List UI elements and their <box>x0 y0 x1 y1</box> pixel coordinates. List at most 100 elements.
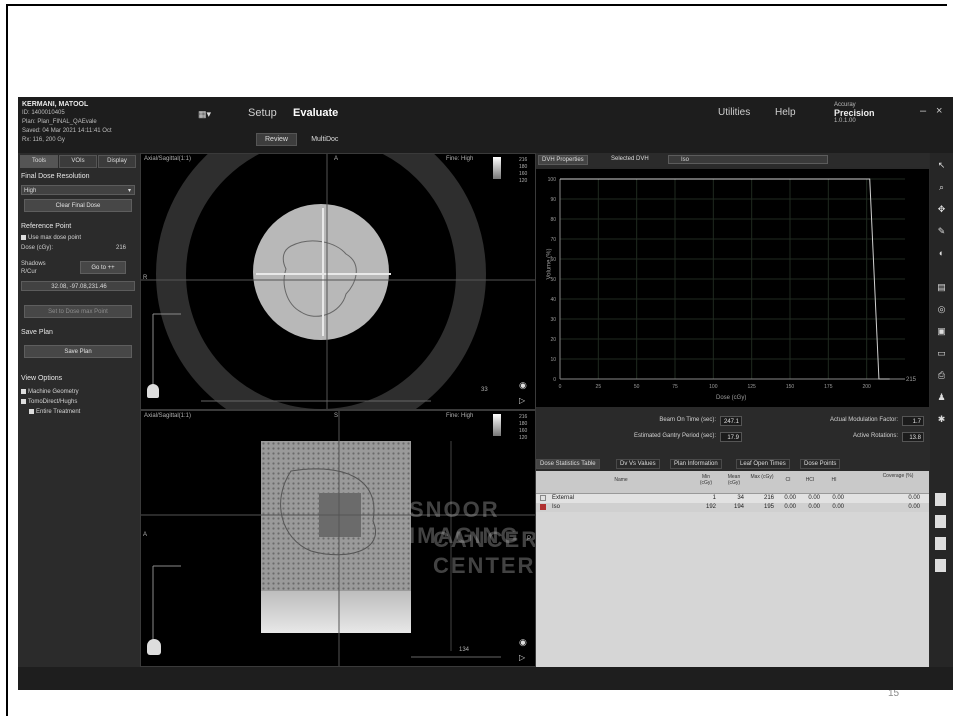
cell-name: External <box>552 495 575 501</box>
x-tick-label: 0 <box>559 384 562 390</box>
cell-max: 195 <box>763 504 774 510</box>
rotations-label: Active Rotations: <box>852 433 898 439</box>
shadows-sub: R/Cur <box>21 269 37 275</box>
tab-display[interactable]: Display <box>98 155 136 168</box>
right-toolbar: ↖ ⌕ ✥ ✎ ◐ ▤ ◎ ▣ ▭ ⎙ ♟ ✱ <box>930 153 953 673</box>
dvh-x-end-label: 215 <box>906 377 917 383</box>
tomodirect-label: TomoDirect/Hughs <box>28 399 78 406</box>
resolution-value: High <box>24 188 37 194</box>
cell-hi: 0.00 <box>832 504 844 510</box>
rotations-value: 13.8 <box>902 432 924 442</box>
tab-vois[interactable]: VOIs <box>59 155 97 168</box>
tomodirect-checkbox[interactable]: TomoDirect/Hughs <box>21 399 77 405</box>
patient-name: KERMANI, MATOOL <box>22 101 89 108</box>
doc-3-icon[interactable] <box>935 559 946 572</box>
tab-selected-dvh[interactable]: Selected DVH <box>608 155 652 163</box>
cell-hi: 0.00 <box>832 495 844 501</box>
dvh-y-label: Volume (%) <box>546 248 553 280</box>
cell-coverage: 0.00 <box>908 504 920 510</box>
cell-hci: 0.00 <box>808 495 820 501</box>
coords-field[interactable]: 32.08, -97.08,231.46 <box>21 281 135 291</box>
cell-mean: 194 <box>733 504 744 510</box>
viewport-bottom[interactable]: Axial/Sagittal(1:1) S A P Fine: High 216… <box>140 410 536 667</box>
y-tick-label: 80 <box>550 217 556 223</box>
save-icon[interactable]: ▣ <box>935 325 948 337</box>
dose-value: 216 <box>116 245 127 251</box>
save-plan-button[interactable]: Save Plan <box>24 345 132 358</box>
set-dose-max-button[interactable]: Set to Dose max Point <box>24 305 132 318</box>
beam-on-time-label: Beam On Time (sec): <box>659 417 716 423</box>
x-tick-label: 75 <box>672 384 678 390</box>
report-icon[interactable]: ▤ <box>935 281 948 293</box>
menu-help[interactable]: Help <box>775 107 796 118</box>
window-level-icon[interactable]: ◐ <box>935 247 948 259</box>
zoom-icon[interactable]: ⌕ <box>935 181 948 193</box>
subtab-review[interactable]: Review <box>256 133 297 146</box>
slider-value: 33 <box>481 387 488 393</box>
entire-treatment-label: Entire Treatment <box>36 409 81 416</box>
tab-evaluate[interactable]: Evaluate <box>293 107 338 119</box>
tab-setup[interactable]: Setup <box>248 107 277 119</box>
play-icon[interactable]: ▷ <box>519 653 525 662</box>
camera-icon[interactable]: ◉ <box>519 380 527 391</box>
application-window: KERMANI, MATOOL ID: 1400010405 Plan: Pla… <box>18 97 953 690</box>
clear-final-dose-button[interactable]: Clear Final Dose <box>24 199 132 212</box>
tab-leaf-open-times[interactable]: Leaf Open Times <box>736 459 790 469</box>
head-orientation-icon <box>147 384 159 398</box>
cell-ci: 0.00 <box>784 495 796 501</box>
camera-icon[interactable]: ◎ <box>935 303 948 315</box>
viewport-top[interactable]: Axial/Sagittal(1:1) A R Fine: High 216 1… <box>140 153 536 410</box>
camera-icon[interactable]: ◉ <box>519 637 527 648</box>
subtab-multidoc[interactable]: MultiDoc <box>303 134 346 145</box>
th-hci: HCI <box>805 477 815 483</box>
x-tick-label: 200 <box>862 384 871 390</box>
cell-min: 1 <box>712 495 716 501</box>
tab-dv-values[interactable]: Dv Vs Values <box>616 459 660 469</box>
table-row[interactable]: External 1 34 216 0.00 0.00 0.00 0.00 <box>536 494 929 503</box>
th-ci: CI <box>785 477 791 483</box>
top-bar: KERMANI, MATOOL ID: 1400010405 Plan: Pla… <box>18 97 953 153</box>
user-icon[interactable]: ♟ <box>935 391 948 403</box>
doc-icon[interactable] <box>935 493 946 506</box>
measure-icon[interactable]: ✎ <box>935 225 948 237</box>
video-icon[interactable]: ▭ <box>935 347 948 359</box>
view-options-heading: View Options <box>21 375 63 382</box>
arrow-icon[interactable]: ↖ <box>935 159 948 171</box>
brand-name: Precision <box>834 108 875 118</box>
final-dose-heading: Final Dose Resolution <box>21 173 90 180</box>
tab-dvh-properties[interactable]: DVH Properties <box>538 155 588 165</box>
play-icon[interactable]: ▷ <box>519 396 525 405</box>
th-mean: Mean (cGy) <box>727 474 741 486</box>
tab-dose-points[interactable]: Dose Points <box>800 459 841 469</box>
plan-stats: Beam On Time (sec): 247.1 Estimated Gant… <box>536 409 929 457</box>
use-max-dose-checkbox[interactable]: Use max dose point <box>21 235 81 241</box>
th-coverage: Coverage (%) <box>882 473 914 479</box>
menu-utilities[interactable]: Utilities <box>718 107 750 118</box>
cell-min: 192 <box>705 504 716 510</box>
brand-version: 1.0.1.00 <box>834 118 856 124</box>
doc-2-icon[interactable] <box>935 537 946 550</box>
table-row[interactable]: Iso 192 194 195 0.00 0.00 0.00 0.00 <box>536 503 929 512</box>
use-max-dose-label: Use max dose point <box>28 235 82 242</box>
axial-image <box>141 154 535 409</box>
entire-treatment-checkbox[interactable]: Entire Treatment <box>29 409 80 415</box>
settings-icon[interactable]: ✱ <box>935 413 948 425</box>
dose-label: Dose (cGy): <box>21 245 54 251</box>
resolution-select[interactable]: High ▾ <box>21 185 135 195</box>
print-icon[interactable]: ⎙ <box>935 369 948 381</box>
tab-plan-information[interactable]: Plan Information <box>670 459 722 469</box>
shadows-label: Shadows <box>21 261 46 267</box>
th-hi: HI <box>831 477 837 483</box>
pan-icon[interactable]: ✥ <box>935 203 948 215</box>
go-to-button[interactable]: Go to ++ <box>80 261 126 274</box>
tab-tools[interactable]: Tools <box>20 155 58 168</box>
selected-dvh-select[interactable]: Iso <box>668 155 828 164</box>
minimize-button[interactable]: – <box>920 105 926 117</box>
close-button[interactable]: × <box>936 105 942 117</box>
doc-1-icon[interactable] <box>935 515 946 528</box>
status-bar <box>18 667 953 690</box>
cell-coverage: 0.00 <box>908 495 920 501</box>
layout-grid-button[interactable]: ▦▾ <box>198 109 226 123</box>
tab-dose-statistics[interactable]: Dose Statistics Table <box>536 459 600 469</box>
machine-geometry-checkbox[interactable]: Machine Geometry <box>21 389 79 395</box>
